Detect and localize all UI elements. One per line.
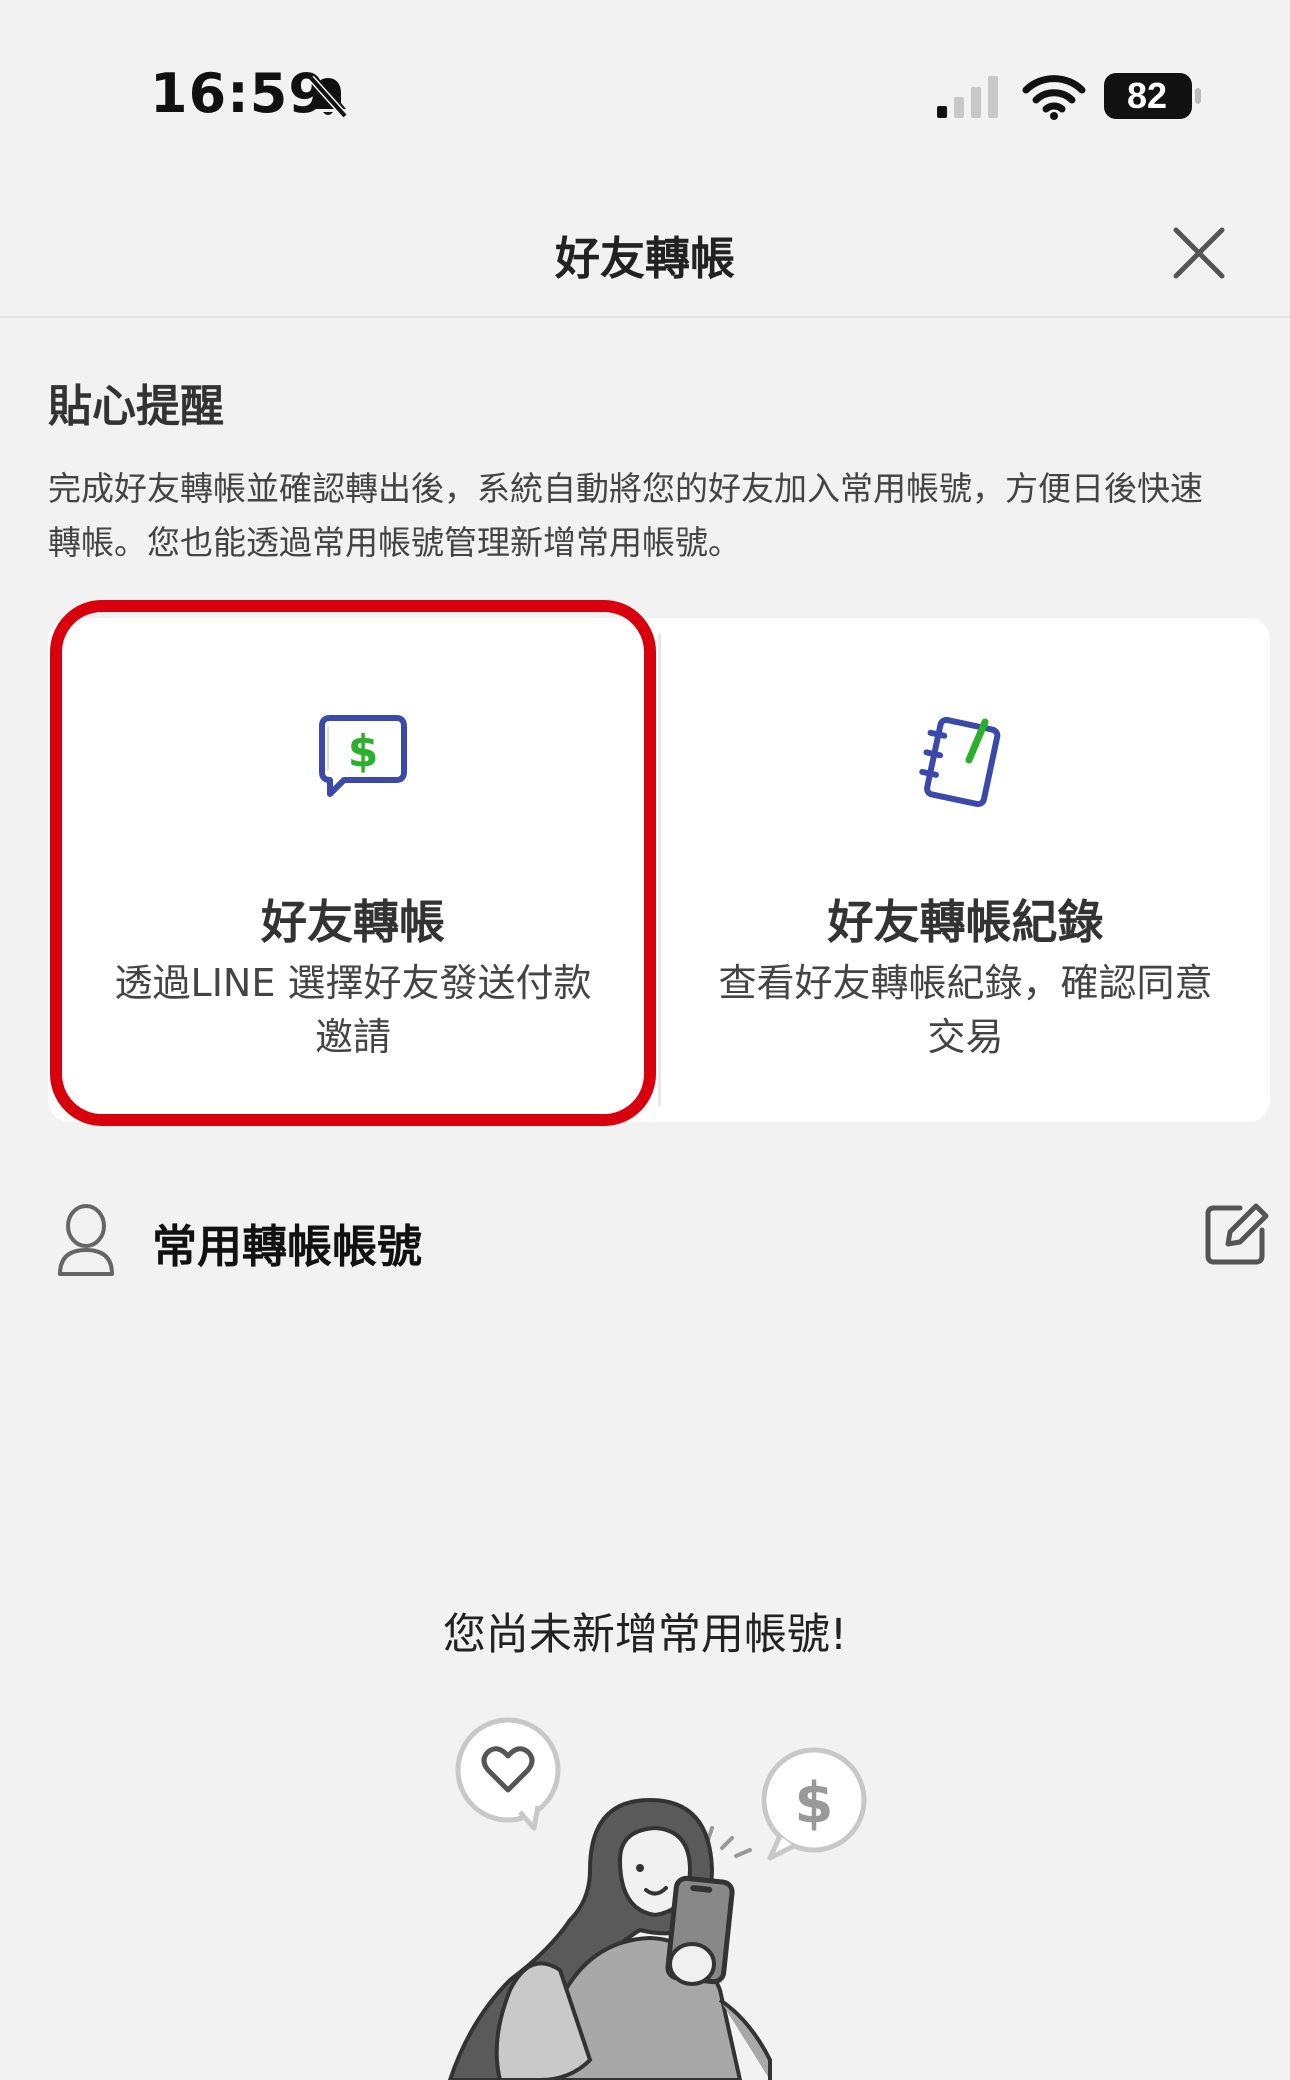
options-card: $ 好友轉帳 透過LINE 選擇好友發送付款 邀請 好友轉帳紀錄 查看好友轉帳紀…	[48, 618, 1270, 1122]
notice-title: 貼心提醒	[48, 381, 224, 432]
dollar-chat-icon: $	[319, 715, 407, 797]
battery-level: 82	[1126, 75, 1168, 116]
edit-icon[interactable]	[1204, 1200, 1270, 1266]
option-desc-line-2: 邀請	[314, 1015, 391, 1059]
friend-transfer-option[interactable]: $ 好友轉帳 透過LINE 選擇好友發送付款 邀請	[48, 618, 658, 1122]
option-desc: 查看好友轉帳紀錄，確認同意 交易	[701, 956, 1230, 1064]
notebook-pen-icon	[919, 716, 1001, 808]
bell-mute-icon	[308, 75, 348, 119]
signal-icon	[937, 76, 998, 118]
option-title: 好友轉帳紀錄	[827, 895, 1104, 949]
status-time: 16:59	[150, 62, 327, 125]
empty-state-illustration: $	[447, 1717, 867, 2080]
option-desc: 透過LINE 選擇好友發送付款 邀請	[88, 956, 618, 1064]
option-desc-line-1: 查看好友轉帳紀錄，確認同意	[718, 961, 1213, 1005]
close-icon[interactable]	[1166, 220, 1232, 286]
empty-state-text: 您尚未新增常用帳號!	[442, 1610, 848, 1660]
option-title: 好友轉帳	[261, 895, 445, 949]
page-header: 好友轉帳	[0, 186, 1290, 318]
option-desc-line-2: 交易	[927, 1015, 1004, 1059]
wifi-icon	[1022, 75, 1086, 120]
common-accounts-header: 常用轉帳帳號	[0, 1190, 1290, 1290]
user-icon	[58, 1204, 114, 1276]
notice-line-2: 轉帳。您也能透過常用帳號管理新增常用帳號。	[48, 523, 741, 562]
page-title: 好友轉帳	[554, 232, 735, 285]
status-bar: 16:59 82	[0, 0, 1290, 186]
svg-text:$: $	[348, 726, 379, 777]
svg-text:$: $	[795, 1771, 834, 1836]
notice-line-1: 完成好友轉帳並確認轉出後，系統自動將您的好友加入常用帳號，方便日後快速	[48, 469, 1203, 508]
common-accounts-title: 常用轉帳帳號	[152, 1220, 423, 1273]
notice-text: 完成好友轉帳並確認轉出後，系統自動將您的好友加入常用帳號，方便日後快速 轉帳。您…	[48, 462, 1268, 570]
transfer-history-option[interactable]: 好友轉帳紀錄 查看好友轉帳紀錄，確認同意 交易	[661, 618, 1270, 1122]
option-desc-line-1: 透過LINE 選擇好友發送付款	[114, 961, 592, 1005]
